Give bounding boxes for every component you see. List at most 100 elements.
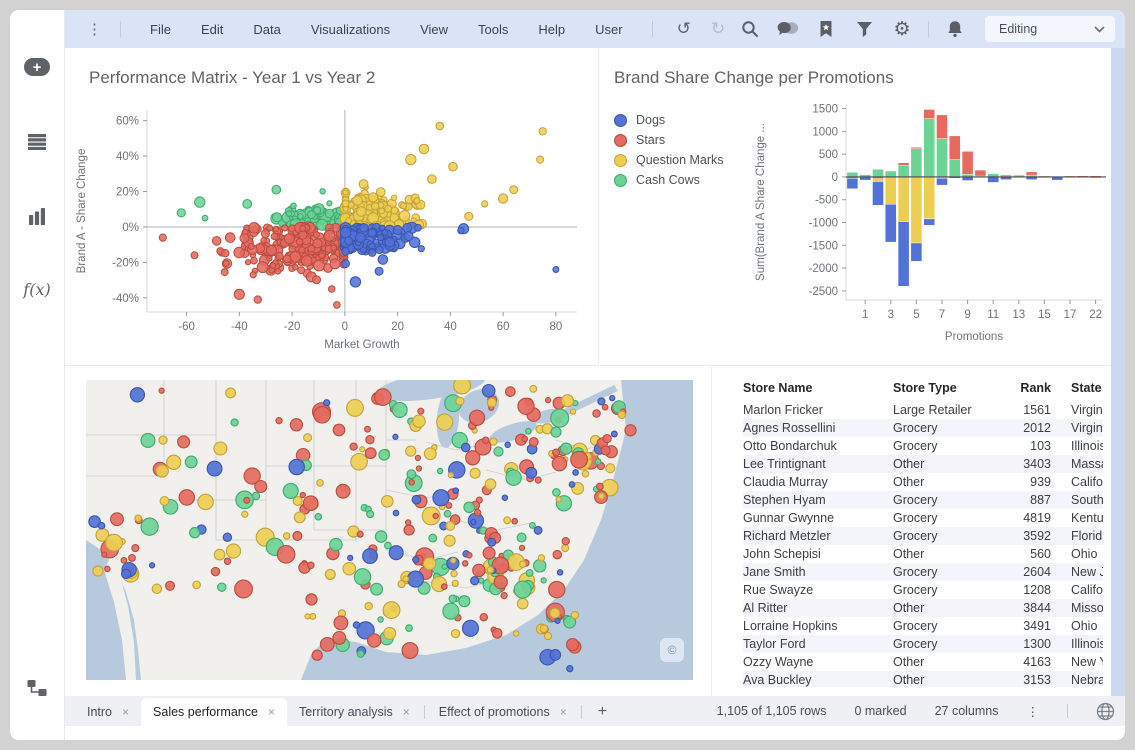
functions-icon[interactable]: f(x): [23, 280, 50, 299]
scatter-panel[interactable]: Performance Matrix - Year 1 vs Year 2 60…: [65, 48, 599, 366]
visualization-types-icon[interactable]: [28, 208, 46, 230]
table-row[interactable]: Jane SmithGrocery2604New Jersey: [743, 563, 1103, 581]
gear-icon[interactable]: ⚙: [888, 15, 916, 43]
table-header[interactable]: Store NameStore TypeRankState: [743, 381, 1103, 401]
cell-store-type: Grocery: [893, 565, 1005, 579]
table-row[interactable]: Lorraine HopkinsGrocery3491Ohio: [743, 617, 1103, 635]
svg-text:20: 20: [391, 321, 404, 333]
globe-icon[interactable]: [1096, 702, 1115, 721]
cell-rank: 4819: [1005, 511, 1057, 525]
svg-text:-40%: -40%: [112, 293, 139, 305]
cell-state: New Jersey: [1057, 565, 1103, 579]
svg-text:9: 9: [964, 309, 970, 321]
cell-store-type: Grocery: [893, 583, 1005, 597]
divider: [120, 21, 121, 37]
search-icon[interactable]: [736, 15, 764, 43]
app-window: + f(x) ⋮ FileEditDataVisualizationsViewT…: [10, 10, 1125, 740]
close-icon[interactable]: ×: [268, 705, 275, 719]
row-count: 1,105 of 1,105 rows: [717, 704, 827, 718]
menu-item-file[interactable]: File: [135, 16, 186, 43]
cell-store-name: Rue Swayze: [743, 583, 893, 597]
table-row[interactable]: Lee TrintignantOther3403Massachusetts: [743, 455, 1103, 473]
bar-plot[interactable]: 150010005000-500-1000-1500-2000-25001357…: [750, 96, 1110, 352]
column-header-rank[interactable]: Rank: [1005, 381, 1057, 401]
scatter-plot[interactable]: 60%40%20%0%-20%-40%-60-40-20020406080Bra…: [69, 96, 593, 358]
tab-sales-performance[interactable]: Sales performance×: [141, 698, 287, 726]
bar-panel[interactable]: Brand Share Change per Promotions DogsSt…: [600, 48, 1111, 366]
svg-text:0: 0: [832, 172, 838, 184]
notifications-icon[interactable]: [941, 15, 969, 43]
table-panel[interactable]: Store NameStore TypeRankState Marlon Fri…: [713, 367, 1111, 696]
svg-text:80: 80: [549, 321, 562, 333]
table-row[interactable]: Richard MetzlerGrocery3592Florida: [743, 527, 1103, 545]
comments-icon[interactable]: [774, 15, 802, 43]
close-icon[interactable]: ×: [560, 705, 567, 719]
close-icon[interactable]: ×: [122, 705, 129, 719]
menu-item-edit[interactable]: Edit: [186, 16, 238, 43]
legend-item-question-marks[interactable]: Question Marks: [614, 150, 724, 170]
table-row[interactable]: Claudia MurrayOther939California: [743, 473, 1103, 491]
data-canvas-icon[interactable]: [27, 679, 48, 702]
legend-item-cash-cows[interactable]: Cash Cows: [614, 170, 724, 190]
kebab-icon[interactable]: ⋮: [1027, 704, 1040, 719]
store-table: Store NameStore TypeRankState Marlon Fri…: [743, 381, 1103, 696]
table-row[interactable]: Otto BondarchukGrocery103Illinois: [743, 437, 1103, 455]
cell-rank: 3491: [1005, 619, 1057, 633]
map-panel[interactable]: ©: [65, 367, 712, 696]
column-count: 27 columns: [935, 704, 999, 718]
legend-item-stars[interactable]: Stars: [614, 130, 724, 150]
menu-item-user[interactable]: User: [580, 16, 637, 43]
table-row[interactable]: Taylor FordGrocery1300Illinois: [743, 635, 1103, 653]
menu-item-tools[interactable]: Tools: [463, 16, 523, 43]
tab-intro[interactable]: Intro×: [75, 698, 141, 726]
map-visualization[interactable]: [86, 380, 693, 680]
table-row[interactable]: Marlon FrickerLarge Retailer1561Virginia: [743, 401, 1103, 419]
legend-label: Question Marks: [636, 153, 724, 167]
cell-store-name: John Schepisi: [743, 547, 893, 561]
menu-item-view[interactable]: View: [405, 16, 463, 43]
tab-territory-analysis[interactable]: Territory analysis×: [287, 698, 422, 726]
scatter-points[interactable]: [159, 122, 559, 308]
table-row[interactable]: Agnes RosselliniGrocery2012Virginia: [743, 419, 1103, 437]
cell-state: California: [1057, 583, 1103, 597]
svg-text:Brand A - Share Change: Brand A - Share Change: [76, 149, 88, 274]
redo-icon[interactable]: ↻: [701, 19, 735, 39]
cell-state: Massachusetts: [1057, 457, 1103, 471]
table-row[interactable]: Gunnar GwynneGrocery4819Kentucky: [743, 509, 1103, 527]
table-row[interactable]: Stephen HyamGrocery887South Carolina: [743, 491, 1103, 509]
table-row[interactable]: Rue SwayzeGrocery1208California: [743, 581, 1103, 599]
data-table-icon[interactable]: [27, 134, 47, 155]
scrollbar[interactable]: [1111, 48, 1125, 696]
filter-icon[interactable]: [850, 15, 878, 43]
column-header-store-name[interactable]: Store Name: [743, 381, 893, 401]
table-row[interactable]: Ava BuckleyOther3153Nebraska: [743, 671, 1103, 687]
cell-store-type: Grocery: [893, 637, 1005, 651]
column-header-state[interactable]: State: [1057, 381, 1103, 401]
tab-effect-of-promotions[interactable]: Effect of promotions×: [427, 698, 579, 726]
menu-item-help[interactable]: Help: [523, 16, 580, 43]
table-row[interactable]: John SchepisiOther560Ohio: [743, 545, 1103, 563]
svg-text:0: 0: [342, 321, 348, 333]
bar-segments[interactable]: [847, 110, 1101, 287]
map-copyright-button[interactable]: ©: [660, 638, 684, 662]
legend-swatch: [614, 174, 627, 187]
menu-bar: ⋮ FileEditDataVisualizationsViewToolsHel…: [65, 10, 1125, 48]
undo-icon[interactable]: ↺: [667, 19, 701, 39]
bookmark-icon[interactable]: [812, 15, 840, 43]
table-row[interactable]: Al RitterOther3844Missouri: [743, 599, 1103, 617]
cell-store-name: Lorraine Hopkins: [743, 619, 893, 633]
close-icon[interactable]: ×: [403, 705, 410, 719]
mode-dropdown[interactable]: Editing: [985, 16, 1115, 42]
add-icon[interactable]: +: [24, 58, 50, 76]
cell-store-type: Grocery: [893, 493, 1005, 507]
menu-item-data[interactable]: Data: [238, 16, 295, 43]
table-row[interactable]: Ozzy WayneOther4163New York: [743, 653, 1103, 671]
column-header-store-type[interactable]: Store Type: [893, 381, 1005, 401]
kebab-icon[interactable]: ⋮: [83, 20, 106, 38]
cell-rank: 560: [1005, 547, 1057, 561]
add-page-button[interactable]: +: [584, 703, 621, 726]
menu-item-visualizations[interactable]: Visualizations: [296, 16, 405, 43]
cell-rank: 3153: [1005, 673, 1057, 687]
legend-item-dogs[interactable]: Dogs: [614, 110, 724, 130]
legend-label: Stars: [636, 133, 665, 147]
